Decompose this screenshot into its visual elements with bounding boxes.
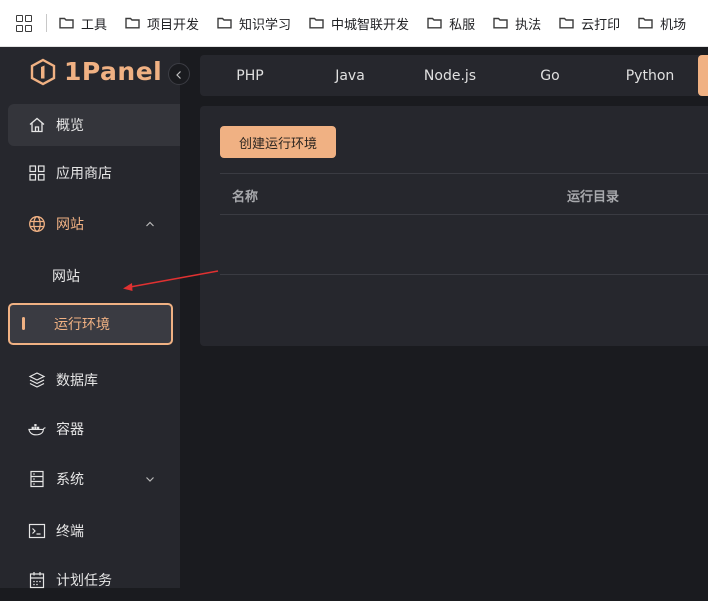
calendar-icon xyxy=(28,571,46,589)
sidebar-item-overview[interactable]: 概览 xyxy=(8,104,180,146)
sidebar-item-cron[interactable]: 计划任务 xyxy=(8,559,173,601)
bookmark-label: 执法 xyxy=(515,17,542,33)
tab-active-partial[interactable] xyxy=(698,55,708,96)
column-header-directory[interactable]: 运行目录 xyxy=(567,186,619,205)
bookmark-folder[interactable]: 中城智联开发 xyxy=(309,14,409,33)
sidebar-item-app-store[interactable]: 应用商店 xyxy=(8,152,173,194)
chevron-up-icon xyxy=(145,217,155,233)
sidebar-item-container[interactable]: 容器 xyxy=(8,408,173,450)
sidebar-item-label: 概览 xyxy=(56,118,84,134)
bookmarks-bar: 工具 项目开发 知识学习 中城智联开发 私服 执法 云打印 机场 xyxy=(0,0,708,47)
create-runtime-button[interactable]: 创建运行环境 xyxy=(220,126,336,158)
bookmark-folder[interactable]: 知识学习 xyxy=(217,14,291,33)
logo[interactable]: 1Panel xyxy=(30,57,162,86)
layers-icon xyxy=(28,371,46,389)
sidebar-item-label: 数据库 xyxy=(56,373,98,389)
folder-icon xyxy=(59,17,74,29)
bookmark-folder[interactable]: 云打印 xyxy=(559,14,620,33)
bookmarks-separator xyxy=(46,14,47,32)
active-indicator xyxy=(22,317,25,330)
bookmark-label: 中城智联开发 xyxy=(331,17,410,33)
runtime-table: 名称 运行目录 xyxy=(220,173,708,275)
logo-hexagon-icon xyxy=(30,58,56,85)
bookmark-folder[interactable]: 机场 xyxy=(638,14,686,33)
server-icon xyxy=(28,470,46,488)
globe-icon xyxy=(28,215,46,233)
folder-icon xyxy=(427,17,442,29)
bookmark-folder[interactable]: 工具 xyxy=(59,14,107,33)
folder-icon xyxy=(559,17,574,29)
bookmark-label: 工具 xyxy=(81,17,108,33)
sidebar-subitem-label: 网站 xyxy=(52,269,80,285)
sidebar-item-database[interactable]: 数据库 xyxy=(8,359,173,401)
sidebar-item-label: 系统 xyxy=(56,472,84,488)
folder-icon xyxy=(638,17,653,29)
table-body-empty xyxy=(220,215,708,275)
tab-php[interactable]: PHP xyxy=(200,68,300,84)
docker-whale-icon xyxy=(28,420,46,438)
sidebar-collapse-button[interactable] xyxy=(168,63,190,85)
chevron-down-icon xyxy=(145,472,155,488)
terminal-icon xyxy=(28,522,46,540)
runtime-panel: 创建运行环境 名称 运行目录 xyxy=(200,106,708,346)
sidebar-item-label: 计划任务 xyxy=(56,573,112,589)
tab-java[interactable]: Java xyxy=(300,68,400,84)
sidebar-item-system[interactable]: 系统 xyxy=(8,458,173,500)
apps-grid-icon[interactable] xyxy=(16,15,32,32)
sidebar-item-label: 应用商店 xyxy=(56,166,112,182)
sidebar-item-terminal[interactable]: 终端 xyxy=(8,510,173,552)
tab-nodejs[interactable]: Node.js xyxy=(400,68,500,84)
sidebar-item-website[interactable]: 网站 xyxy=(8,203,173,245)
chevron-left-icon xyxy=(174,65,184,84)
tab-python[interactable]: Python xyxy=(600,68,700,84)
table-header: 名称 运行目录 xyxy=(220,173,708,215)
sidebar-subitem-runtime[interactable]: 运行环境 xyxy=(8,303,173,345)
tab-go[interactable]: Go xyxy=(500,68,600,84)
folder-icon xyxy=(309,17,324,29)
bookmark-folder[interactable]: 私服 xyxy=(427,14,475,33)
column-header-name[interactable]: 名称 xyxy=(232,186,258,205)
bookmark-label: 知识学习 xyxy=(239,17,292,33)
sidebar-subitem-website[interactable]: 网站 xyxy=(8,256,173,296)
home-icon xyxy=(28,116,46,134)
bookmark-folder[interactable]: 执法 xyxy=(493,14,541,33)
folder-icon xyxy=(125,17,140,29)
sidebar: 1Panel 概览 应用商店 网站 网站 运行环境 数据库 容器 系统 终端 计… xyxy=(0,47,180,589)
bookmark-label: 项目开发 xyxy=(147,17,200,33)
bookmark-label: 机场 xyxy=(660,17,687,33)
folder-icon xyxy=(493,17,508,29)
sidebar-subitem-label: 运行环境 xyxy=(54,317,110,333)
folder-icon xyxy=(217,17,232,29)
bookmark-folder[interactable]: 项目开发 xyxy=(125,14,199,33)
runtime-tabs: PHP Java Node.js Go Python xyxy=(200,55,708,96)
logo-text: 1Panel xyxy=(64,57,163,86)
bookmark-label: 云打印 xyxy=(581,17,621,33)
sidebar-item-label: 网站 xyxy=(56,217,84,233)
bookmark-label: 私服 xyxy=(449,17,476,33)
grid-icon xyxy=(28,164,46,182)
sidebar-item-label: 容器 xyxy=(56,422,84,438)
sidebar-item-label: 终端 xyxy=(56,524,84,540)
